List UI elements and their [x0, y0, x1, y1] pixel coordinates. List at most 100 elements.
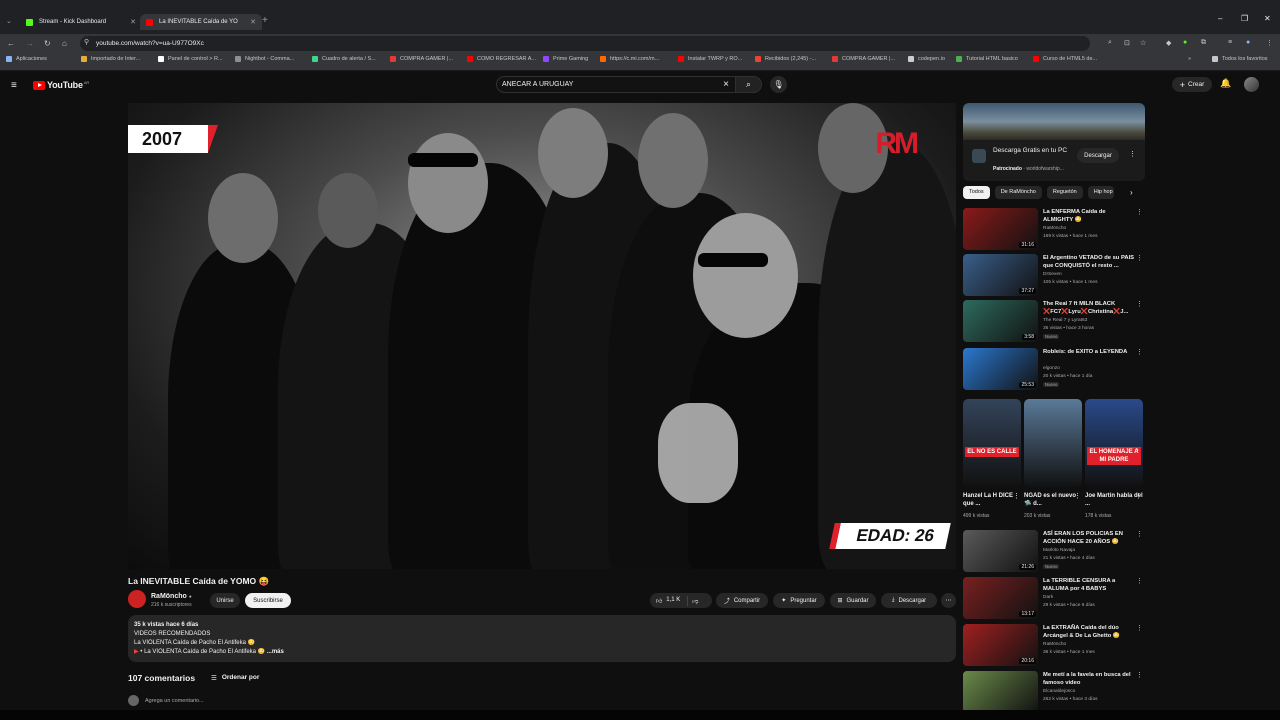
menu-kebab-icon[interactable]: ⋮ — [1266, 39, 1273, 47]
video-menu-icon[interactable]: ⋮ — [1136, 254, 1143, 262]
chip-reggaeton[interactable]: Reguetón — [1046, 186, 1083, 199]
description-box[interactable]: 35 k vistas hace 6 días VIDEOS RECOMENDA… — [128, 615, 956, 662]
close-window-icon[interactable]: ✕ — [1264, 14, 1271, 23]
bookmark-item[interactable]: Aplicaciones — [6, 56, 47, 62]
tab-youtube-video[interactable]: La INEVITABLE Caída de YO ✕ — [140, 14, 262, 30]
bookmark-item[interactable]: Cuadro de alerta / S... — [312, 56, 376, 62]
video-menu-icon[interactable]: ⋮ — [1136, 300, 1143, 308]
ad-download-button[interactable]: Descargar — [1077, 148, 1119, 163]
voice-search-button[interactable]: 🎙 — [770, 76, 787, 93]
short-thumbnail[interactable]: EL HOMENAJE A MI PADRE — [1085, 399, 1143, 487]
shorts-next-icon[interactable]: › — [1136, 445, 1139, 454]
video-thumbnail[interactable]: 3:58 — [963, 300, 1038, 342]
related-video-item[interactable]: 21:26 ASÍ ERAN LOS POLICIAS EN ACCIÓN HAC… — [963, 530, 1145, 572]
bookmark-item[interactable]: Importado de Inter... — [81, 56, 140, 62]
bookmark-item[interactable]: codepen.io — [908, 56, 945, 62]
related-video-item[interactable]: 37:27 El Argentino VETADO de su PAIS que … — [963, 254, 1145, 296]
video-menu-icon[interactable]: ⋮ — [1136, 624, 1143, 632]
short-menu-icon[interactable]: ⋮ — [1074, 492, 1081, 500]
close-icon[interactable]: ✕ — [130, 18, 136, 26]
kick-extension-icon[interactable]: ● — [1183, 39, 1187, 46]
video-player[interactable]: 2007 RM EDAD: 26 — [128, 103, 956, 569]
video-menu-icon[interactable]: ⋮ — [1136, 348, 1143, 356]
zoom-icon[interactable]: ⌕ — [1108, 39, 1112, 47]
video-thumbnail[interactable] — [963, 671, 1038, 713]
create-button[interactable]: + Crear — [1172, 77, 1212, 92]
all-favorites[interactable]: Todos los favoritos — [1212, 56, 1268, 62]
show-more-link[interactable]: ...más — [267, 649, 284, 655]
restore-icon[interactable]: ❐ — [1241, 14, 1248, 23]
profile-icon[interactable]: ● — [1246, 39, 1250, 46]
chip-channel[interactable]: De RaMöncho — [994, 186, 1042, 199]
related-video-item[interactable]: Me metí a la favela en busca del famoso … — [963, 671, 1145, 713]
sidebar-icon[interactable]: ≡ — [1228, 39, 1232, 46]
short-thumbnail[interactable]: EL NO ES CALLE — [963, 399, 1021, 487]
join-button[interactable]: Unirse — [210, 593, 240, 608]
video-menu-icon[interactable]: ⋮ — [1136, 671, 1143, 679]
more-actions-button[interactable]: ⋯ — [941, 593, 956, 608]
sponsored-ad-card[interactable]: Descarga Gratis en tu PC Patrocinado · w… — [963, 103, 1145, 181]
notifications-bell-icon[interactable]: 🔔 — [1220, 78, 1231, 89]
bookmark-item[interactable]: Prime Gaming — [543, 56, 588, 62]
short-menu-icon[interactable]: ⋮ — [1013, 492, 1020, 500]
search-button[interactable]: ⌕ — [736, 76, 762, 93]
video-thumbnail[interactable]: 37:27 — [963, 254, 1038, 296]
ask-button[interactable]: ✦ Preguntar — [773, 593, 825, 608]
close-icon[interactable]: ✕ — [250, 18, 256, 26]
related-video-item[interactable]: 31:16 La ENFERMA Caída de ALMIGHTY 😳 RaMön… — [963, 208, 1145, 250]
tab-search-icon[interactable]: ⌄ — [6, 17, 12, 25]
bookmark-item[interactable]: Recibidos (2,245) -... — [755, 56, 816, 62]
add-comment-field[interactable]: Agrega un comentario... — [128, 695, 204, 706]
video-menu-icon[interactable]: ⋮ — [1136, 208, 1143, 216]
home-icon[interactable]: ⌂ — [62, 39, 67, 48]
site-info-icon[interactable]: ⚲ — [84, 38, 89, 46]
description-link[interactable]: • La VIOLENTA Caída de Pacho El Antifeka… — [140, 649, 265, 655]
back-icon[interactable]: ← — [7, 39, 15, 48]
short-menu-icon[interactable]: ⋮ — [1135, 492, 1142, 500]
ad-menu-icon[interactable]: ⋮ — [1129, 150, 1136, 158]
chip-all[interactable]: Todos — [963, 186, 990, 199]
chip-hiphop[interactable]: Hip hop — [1087, 186, 1114, 199]
save-button[interactable]: ⊞ Guardar — [830, 593, 876, 608]
related-video-item[interactable]: 25:53 Robleis: de EXITO a LEYENDA elgonzo 2… — [963, 348, 1145, 390]
install-app-icon[interactable]: ⊡ — [1124, 39, 1130, 47]
account-avatar[interactable] — [1244, 77, 1259, 92]
forward-icon[interactable]: → — [26, 39, 34, 48]
minimize-icon[interactable]: – — [1218, 14, 1222, 23]
video-thumbnail[interactable]: 25:53 — [963, 348, 1038, 390]
channel-avatar[interactable] — [128, 590, 146, 608]
tab-kick-dashboard[interactable]: Stream - Kick Dashboard ✕ — [20, 14, 142, 30]
bookmark-item[interactable]: COMPRA GAMER |... — [390, 56, 453, 62]
related-video-item[interactable]: 20:16 La EXTRAÑA Caída del dúo Arcángel &… — [963, 624, 1145, 666]
related-video-item[interactable]: 13:17 La TERRIBLE CENSURA a MALUMA por 4 … — [963, 577, 1145, 619]
short-thumbnail[interactable] — [1024, 399, 1082, 487]
extension-icon[interactable]: ◆ — [1166, 39, 1171, 47]
youtube-logo[interactable]: YouTube AR — [33, 80, 89, 90]
bookmark-item[interactable]: Curso de HTML5 de... — [1033, 56, 1097, 62]
bookmark-item[interactable]: Nightbot - Comma... — [235, 56, 294, 62]
bookmark-item[interactable]: Panel de control > R... — [158, 56, 223, 62]
share-button[interactable]: ⤴ Compartir — [716, 593, 768, 608]
extensions-puzzle-icon[interactable]: ⧉ — [1201, 39, 1206, 47]
download-button[interactable]: ⤓ Descargar — [881, 593, 937, 608]
bookmark-item[interactable]: COMO REGRESAR A... — [467, 56, 536, 62]
video-thumbnail[interactable]: 13:17 — [963, 577, 1038, 619]
bookmarks-overflow-icon[interactable]: » — [1188, 56, 1191, 62]
video-menu-icon[interactable]: ⋮ — [1136, 530, 1143, 538]
sort-comments-button[interactable]: ☰ Ordenar por — [211, 674, 259, 682]
bookmark-item[interactable]: Instalar TWRP y RO... — [678, 56, 742, 62]
related-video-item[interactable]: 3:58 The Real 7 ft MILN BLACK ❌FC7❌Lyru❌C… — [963, 300, 1145, 342]
reload-icon[interactable]: ↻ — [44, 39, 51, 48]
video-thumbnail[interactable]: 21:26 — [963, 530, 1038, 572]
chips-next-icon[interactable]: › — [1130, 188, 1133, 197]
search-input[interactable]: ANECAR A URUGUAY × — [496, 76, 736, 93]
like-button[interactable]: 👍︎ 1,1 K — [656, 597, 680, 605]
video-thumbnail[interactable]: 20:16 — [963, 624, 1038, 666]
bookmark-item[interactable]: COMPRA GAMER |... — [832, 56, 895, 62]
bookmark-item[interactable]: Tutorial HTML basico — [956, 56, 1018, 62]
address-bar[interactable]: youtube.com/watch?v=ua-U977O9Xc — [80, 36, 1090, 51]
bookmark-item[interactable]: https://c.mi.com/m... — [600, 56, 659, 62]
hamburger-menu-icon[interactable]: ≡ — [11, 80, 17, 91]
clear-search-icon[interactable]: × — [723, 79, 729, 90]
video-thumbnail[interactable]: 31:16 — [963, 208, 1038, 250]
